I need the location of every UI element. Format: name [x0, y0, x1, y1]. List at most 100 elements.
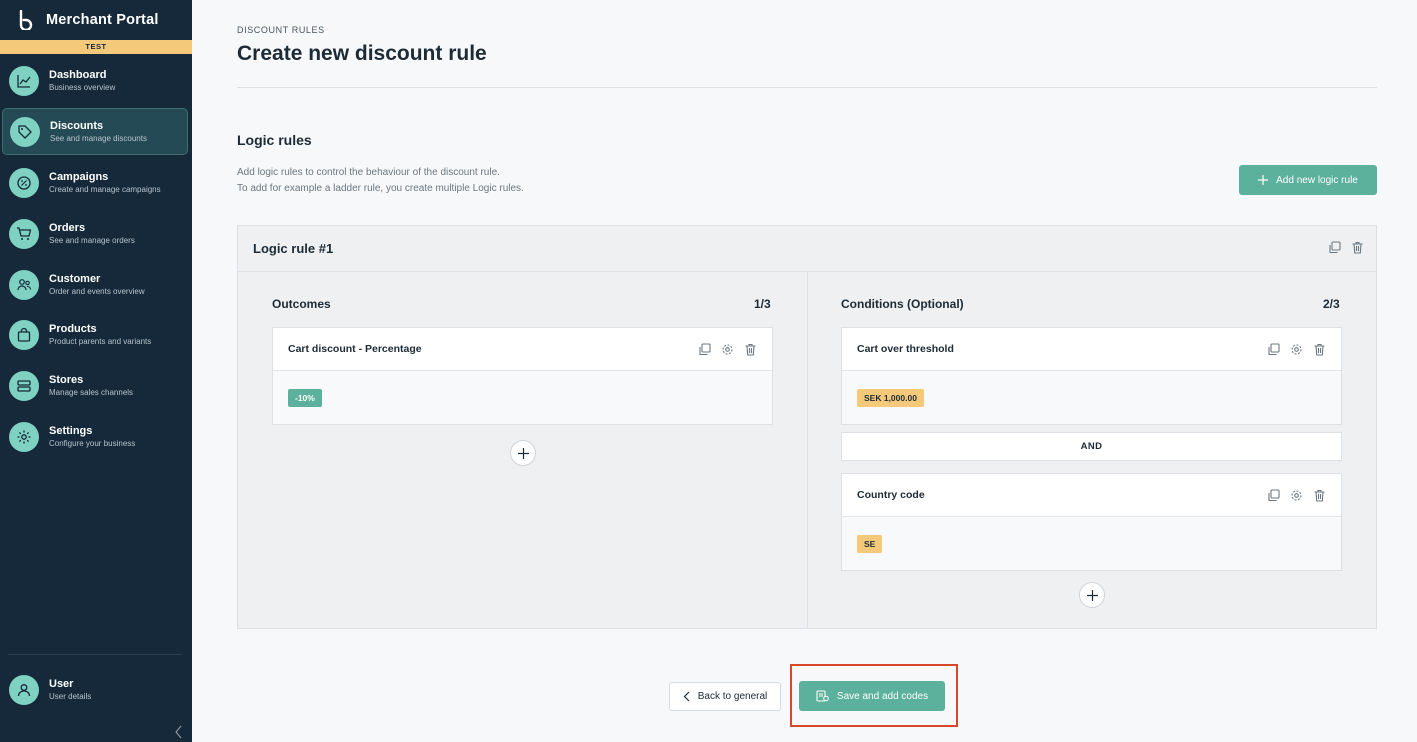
condition-block: Cart over threshold SEK 1,000.00 — [841, 327, 1342, 425]
back-to-general-button[interactable]: Back to general — [669, 682, 781, 711]
env-badge: TEST — [0, 40, 192, 54]
condition-value-badge: SE — [857, 534, 883, 553]
collapse-sidebar-icon[interactable] — [172, 724, 186, 740]
trash-icon[interactable] — [1313, 489, 1326, 502]
plus-icon — [1258, 175, 1269, 185]
store-icon — [9, 370, 39, 401]
main-content: DISCOUNT RULES Create new discount rule … — [192, 0, 1417, 742]
cart-icon — [9, 218, 39, 249]
gear-icon[interactable] — [1290, 343, 1303, 356]
copy-icon[interactable] — [1328, 241, 1341, 254]
outcomes-count: 1/3 — [754, 297, 771, 311]
sidebar-item-sub: Manage sales channels — [49, 388, 134, 397]
add-condition-button[interactable] — [1079, 582, 1105, 608]
outcome-value-badge: -10% — [288, 388, 322, 407]
breadcrumb: DISCOUNT RULES — [237, 25, 325, 35]
condition-title: Cart over threshold — [857, 343, 954, 355]
copy-icon[interactable] — [1267, 489, 1280, 502]
trash-icon[interactable] — [1351, 241, 1364, 254]
add-logic-rule-button[interactable]: Add new logic rule — [1239, 165, 1377, 195]
and-joiner: AND — [841, 432, 1342, 461]
chart-line-icon — [9, 65, 39, 96]
button-label: Back to general — [697, 691, 768, 702]
copy-icon[interactable] — [698, 343, 711, 356]
condition-block: Country code SE — [841, 473, 1342, 571]
condition-title: Country code — [857, 489, 925, 501]
shopping-bag-icon — [9, 319, 39, 350]
logic-rule-actions — [1328, 241, 1364, 254]
column-divider — [807, 272, 808, 628]
sidebar-item-label: Campaigns — [49, 171, 109, 183]
sidebar-divider — [8, 654, 182, 655]
sidebar-item-campaigns[interactable]: Campaigns Create and manage campaigns — [2, 159, 188, 206]
condition-block-header: Cart over threshold — [842, 328, 1341, 371]
gear-icon — [9, 421, 39, 452]
trash-icon[interactable] — [1313, 343, 1326, 356]
sidebar-item-stores[interactable]: Stores Manage sales channels — [2, 362, 188, 409]
save-codes-icon — [816, 690, 829, 702]
logic-rule-header: Logic rule #1 — [238, 226, 1376, 272]
chevron-left-icon — [683, 691, 690, 702]
percent-badge-icon — [9, 167, 39, 198]
title-divider — [237, 87, 1377, 88]
sidebar-item-label: Stores — [49, 374, 84, 386]
page-title: Create new discount rule — [237, 42, 487, 65]
app-title: Merchant Portal — [46, 12, 159, 28]
add-outcome-button[interactable] — [510, 440, 536, 466]
conditions-title: Conditions (Optional) — [841, 297, 964, 311]
gear-icon[interactable] — [721, 343, 734, 356]
sidebar: Merchant Portal TEST Dashboard Business o… — [0, 0, 192, 742]
logic-rule-card: Logic rule #1 Outcomes 1/3 Cart discount… — [237, 225, 1377, 629]
sidebar-item-sub: Configure your business — [49, 439, 136, 448]
sidebar-item-sub: User details — [49, 692, 92, 701]
copy-icon[interactable] — [1267, 343, 1280, 356]
outcome-block-body: -10% — [273, 371, 772, 424]
sidebar-item-settings[interactable]: Settings Configure your business — [2, 413, 188, 460]
gear-icon[interactable] — [1290, 489, 1303, 502]
sidebar-item-label: User — [49, 678, 74, 690]
sidebar-item-label: Dashboard — [49, 69, 107, 81]
save-and-add-codes-button[interactable]: Save and add codes — [799, 681, 945, 711]
users-icon — [9, 269, 39, 300]
sidebar-item-products[interactable]: Products Product parents and variants — [2, 311, 188, 358]
section-title: Logic rules — [237, 132, 312, 148]
condition-block-body: SEK 1,000.00 — [842, 371, 1341, 424]
sidebar-item-label: Discounts — [50, 120, 104, 132]
sidebar-item-label: Orders — [49, 222, 86, 234]
sidebar-item-sub: Product parents and variants — [49, 337, 152, 346]
sidebar-item-customer[interactable]: Customer Order and events overview — [2, 261, 188, 308]
sidebar-item-label: Customer — [49, 273, 101, 285]
brand-logo-icon — [19, 10, 33, 30]
sidebar-item-sub: Business overview — [49, 83, 116, 92]
description-line: Add logic rules to control the behaviour… — [237, 167, 500, 178]
button-label: Add new logic rule — [1276, 174, 1358, 186]
sidebar-item-label: Products — [49, 323, 97, 335]
outcome-block: Cart discount - Percentage -10% — [272, 327, 773, 425]
brand[interactable]: Merchant Portal — [0, 0, 192, 40]
plus-icon — [517, 447, 529, 459]
outcome-actions — [698, 343, 757, 356]
description-line: To add for example a ladder rule, you cr… — [237, 183, 524, 194]
sidebar-item-discounts[interactable]: Discounts See and manage discounts — [2, 108, 188, 155]
outcomes-title: Outcomes — [272, 297, 331, 311]
plus-icon — [1086, 589, 1098, 601]
sidebar-item-dashboard[interactable]: Dashboard Business overview — [2, 57, 188, 104]
condition-value-badge: SEK 1,000.00 — [857, 388, 924, 407]
sidebar-item-sub: See and manage discounts — [50, 134, 147, 143]
outcome-block-header: Cart discount - Percentage — [273, 328, 772, 371]
sidebar-item-sub: See and manage orders — [49, 236, 135, 245]
sidebar-item-user[interactable]: User User details — [2, 666, 188, 713]
logic-rule-title: Logic rule #1 — [253, 241, 334, 256]
sidebar-item-sub: Create and manage campaigns — [49, 185, 161, 194]
sidebar-item-orders[interactable]: Orders See and manage orders — [2, 210, 188, 257]
outcome-title: Cart discount - Percentage — [288, 343, 422, 355]
condition-block-header: Country code — [842, 474, 1341, 517]
conditions-count: 2/3 — [1323, 297, 1340, 311]
condition-actions — [1267, 343, 1326, 356]
condition-block-body: SE — [842, 517, 1341, 570]
condition-actions — [1267, 489, 1326, 502]
tag-icon — [10, 116, 40, 147]
sidebar-item-label: Settings — [49, 425, 93, 437]
trash-icon[interactable] — [744, 343, 757, 356]
section-description: Add logic rules to control the behaviour… — [237, 165, 524, 197]
